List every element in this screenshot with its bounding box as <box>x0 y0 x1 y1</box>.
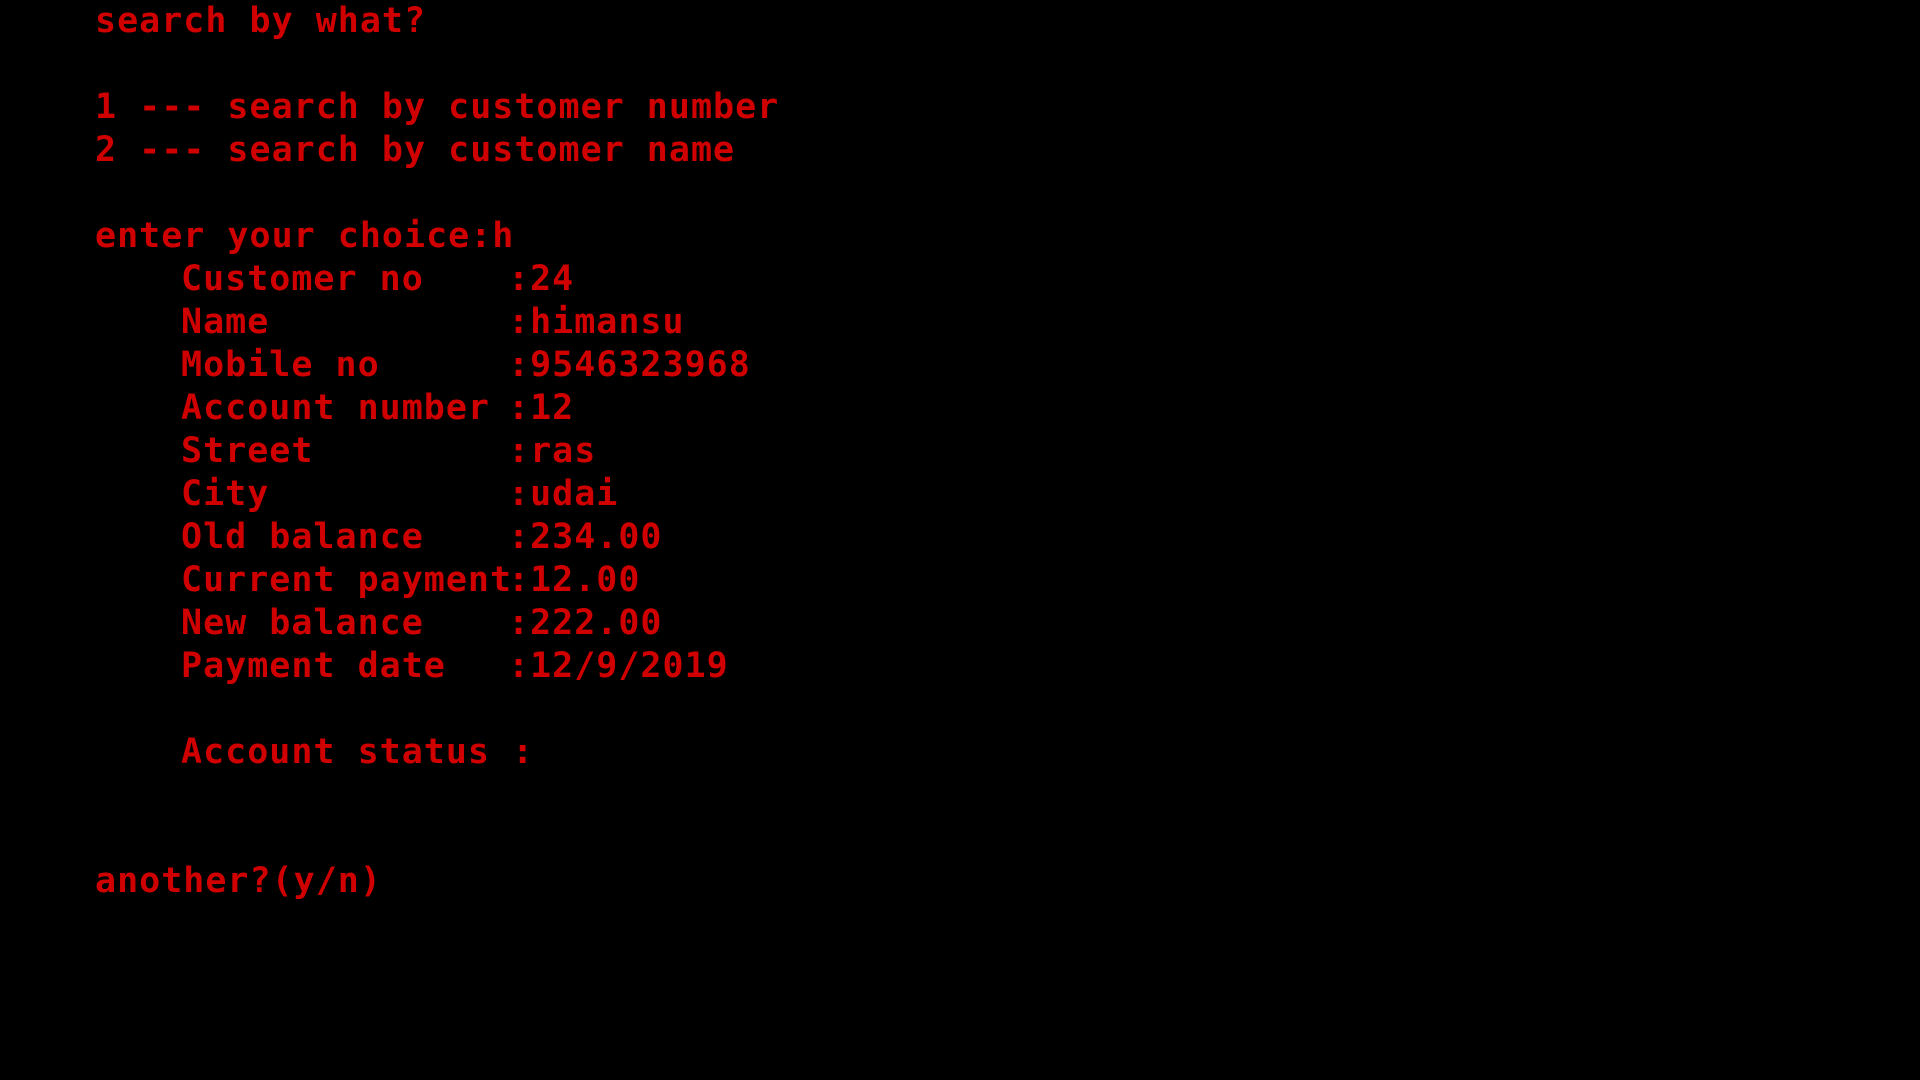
account-status-label: Account status <box>181 732 491 772</box>
field-value: 12.00 <box>530 560 641 600</box>
field-separator: : <box>508 302 531 342</box>
field-label: City <box>181 474 270 514</box>
field-value: ras <box>530 431 597 471</box>
field-value: himansu <box>530 302 685 342</box>
account-status-separator: : <box>490 732 535 772</box>
field-separator: : <box>508 517 531 557</box>
menu-option-customer-name: 2 --- search by customer name <box>95 130 736 170</box>
field-row-payment-date: Payment date:12/9/2019 <box>181 645 729 688</box>
field-value: 222.00 <box>530 603 663 643</box>
field-row-current-payment: Current payment:12.00 <box>181 559 640 602</box>
field-row-mobile-no: Mobile no:9546323968 <box>181 344 751 387</box>
field-label: New balance <box>181 603 424 643</box>
field-row-street: Street:ras <box>181 430 596 473</box>
menu-option-customer-number: 1 --- search by customer number <box>95 87 780 127</box>
field-row-old-balance: Old balance:234.00 <box>181 516 663 559</box>
field-label: Payment date <box>181 646 446 686</box>
field-row-account-number: Account number:12 <box>181 387 574 430</box>
search-prompt-title: search by what? <box>95 1 427 41</box>
field-separator: : <box>508 603 531 643</box>
field-label: Name <box>181 302 270 342</box>
field-row-name: Name:himansu <box>181 301 685 344</box>
field-label: Street <box>181 431 314 471</box>
field-row-new-balance: New balance:222.00 <box>181 602 663 645</box>
field-label: Mobile no <box>181 345 380 385</box>
field-value: 12 <box>530 388 575 428</box>
field-separator: : <box>508 646 531 686</box>
account-status-line: Account status : <box>181 731 534 774</box>
field-value: 12/9/2019 <box>530 646 729 686</box>
choice-prompt: enter your choice: <box>95 216 493 256</box>
field-value: 24 <box>530 259 575 299</box>
field-label: Old balance <box>181 517 424 557</box>
terminal-screen[interactable]: search by what? 1 --- search by customer… <box>0 0 1920 1080</box>
field-separator: : <box>508 259 531 299</box>
field-row-city: City:udai <box>181 473 618 516</box>
field-label: Current payment <box>181 560 513 600</box>
field-separator: : <box>508 431 531 471</box>
field-label: Customer no <box>181 259 424 299</box>
field-value: 9546323968 <box>530 345 751 385</box>
field-value: 234.00 <box>530 517 663 557</box>
field-value: udai <box>530 474 619 514</box>
choice-value[interactable]: h <box>492 216 514 256</box>
another-prompt[interactable]: another?(y/n) <box>95 860 382 903</box>
field-separator: : <box>508 474 531 514</box>
field-separator: : <box>508 388 531 428</box>
field-separator: : <box>508 345 531 385</box>
field-row-customer-no: Customer no:24 <box>181 258 574 301</box>
field-label: Account number <box>181 388 491 428</box>
choice-line: enter your choice:h <box>95 215 514 258</box>
field-separator: : <box>508 560 531 600</box>
